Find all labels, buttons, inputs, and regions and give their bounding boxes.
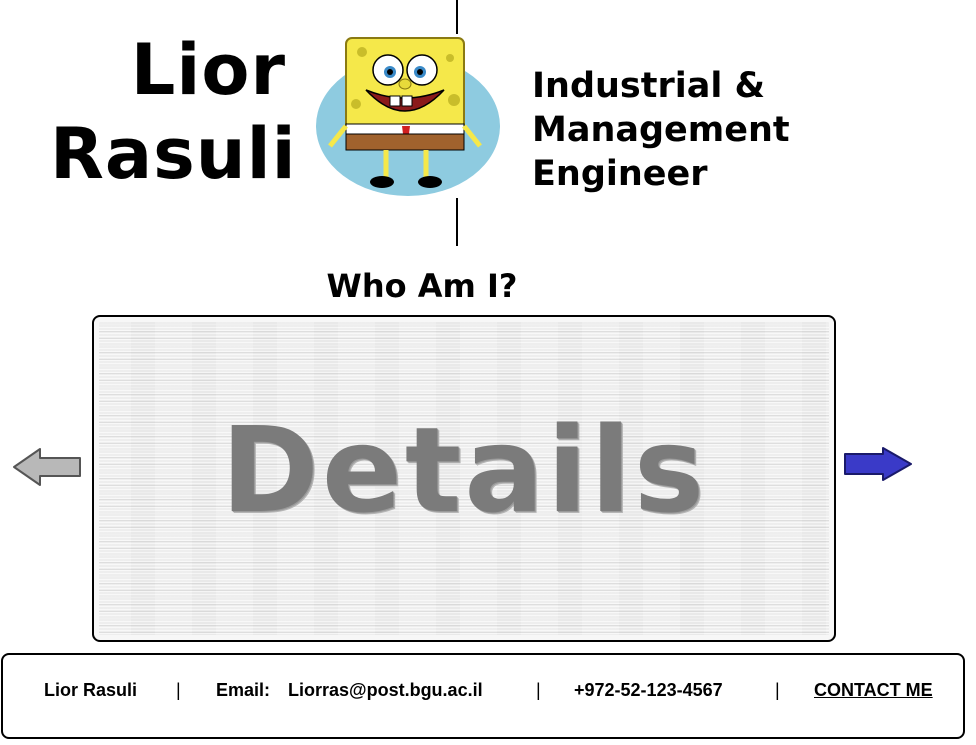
left-arrow-icon [13, 448, 81, 486]
site-owner-name: Lior Rasuli [50, 28, 297, 196]
next-slide-button[interactable] [843, 446, 913, 488]
previous-slide-button[interactable] [12, 446, 82, 488]
name-last: Rasuli [50, 113, 297, 195]
footer-separator: | [775, 680, 780, 700]
spongebob-character-icon [316, 37, 500, 196]
avatar [316, 34, 500, 198]
footer-email-label: Email: [216, 680, 271, 700]
name-first: Lior [130, 29, 286, 111]
job-title-line-1: Industrial & [532, 66, 766, 106]
footer-separator: | [536, 680, 541, 700]
header-divider-top [456, 0, 458, 36]
details-label: Details [220, 401, 708, 539]
footer-separator: | [176, 680, 181, 700]
job-title-line-2: Management [532, 110, 790, 150]
job-title: Industrial & Management Engineer [532, 64, 790, 196]
header-divider-bottom [456, 190, 458, 246]
footer-phone: +972-52-123-4567 [574, 680, 723, 700]
section-heading: Who Am I? [326, 267, 518, 305]
footer-name: Lior Rasuli [44, 680, 138, 700]
job-title-line-3: Engineer [532, 154, 708, 194]
footer-bar: Lior Rasuli | Email: Liorras@post.bgu.ac… [1, 653, 965, 739]
right-arrow-icon [844, 447, 912, 481]
footer-email[interactable]: Liorras@post.bgu.ac.il [288, 655, 483, 725]
details-panel[interactable]: Details [92, 315, 836, 642]
contact-me-link[interactable]: CONTACT ME [814, 655, 933, 725]
